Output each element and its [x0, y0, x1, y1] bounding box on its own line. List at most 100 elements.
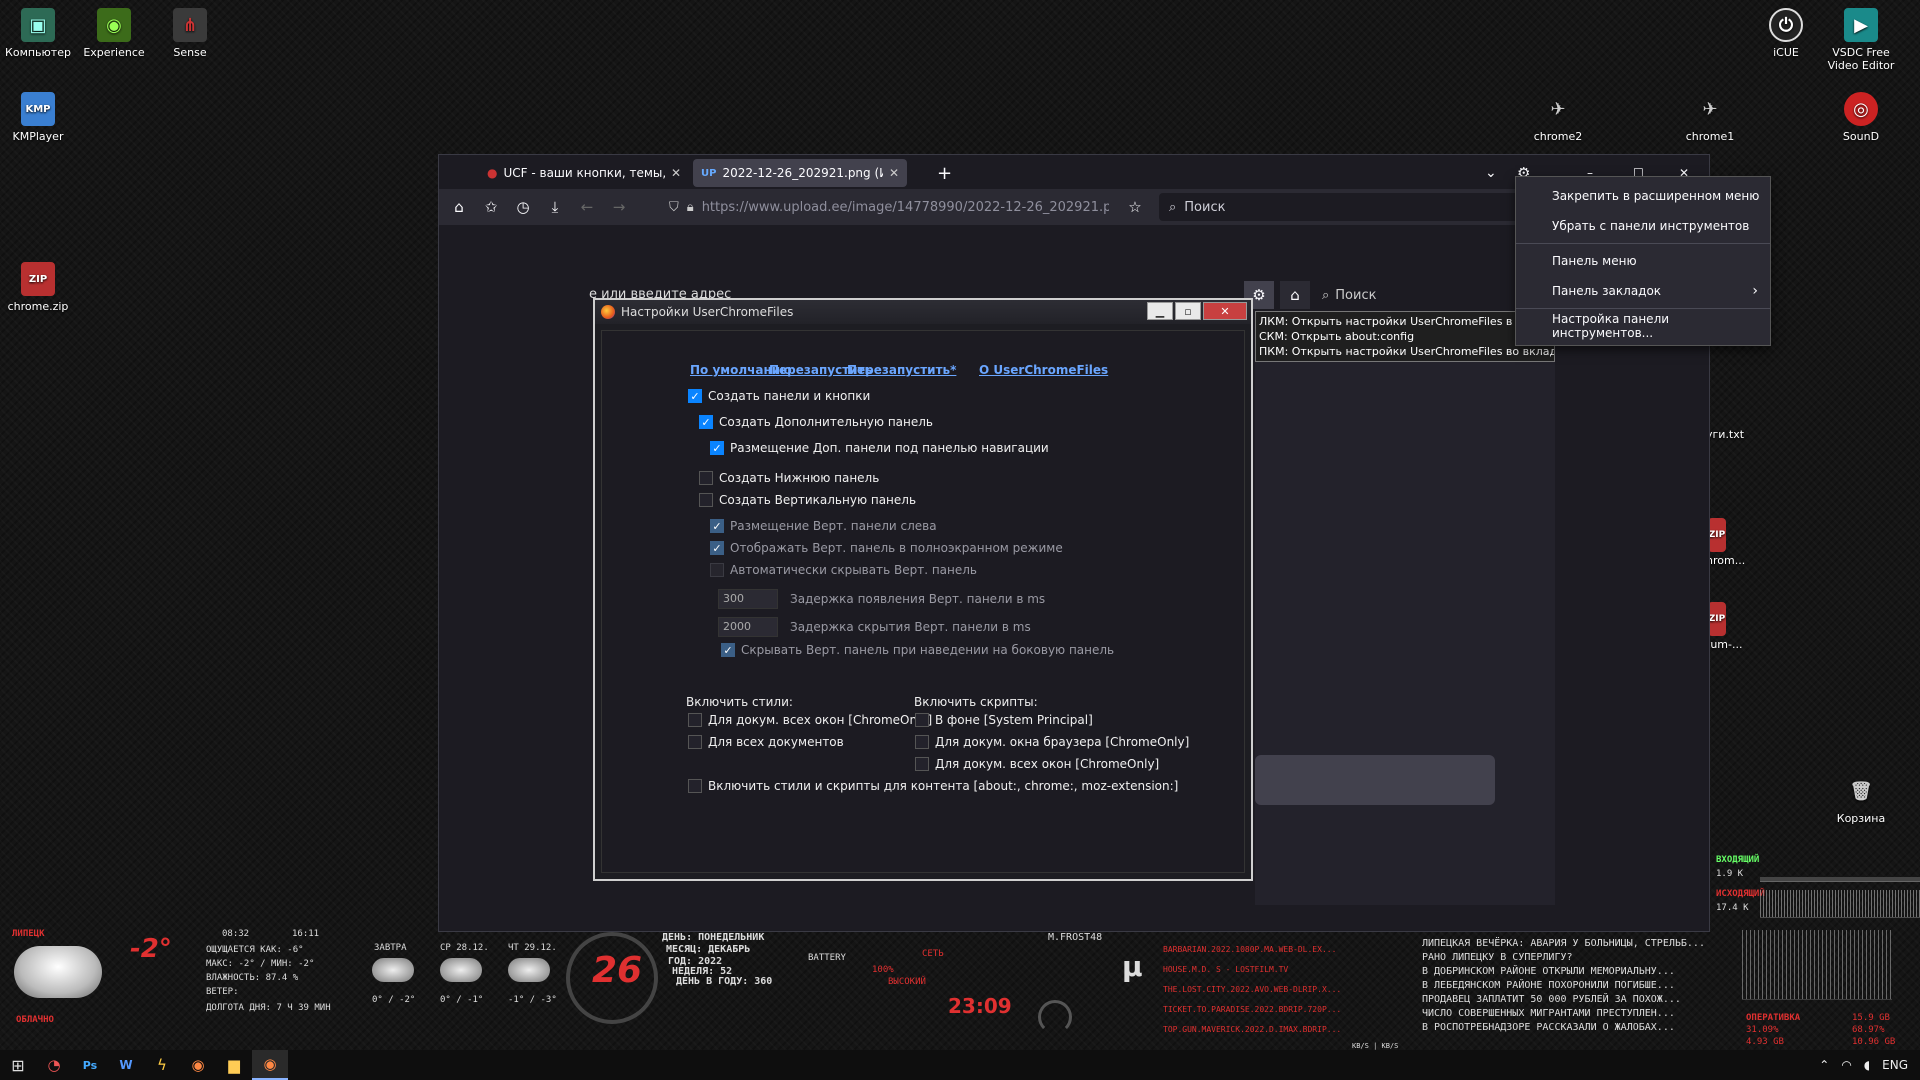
- desktop-icon-label: iCUE: [1773, 46, 1799, 59]
- download-icon[interactable]: ⤓: [539, 193, 571, 221]
- option-label: Создать Нижнюю панель: [719, 471, 880, 485]
- checkbox[interactable]: [915, 713, 929, 727]
- wifi-icon[interactable]: ◠: [1841, 1058, 1851, 1072]
- desktop-icon-chrome1[interactable]: ✈ chrome1: [1672, 92, 1748, 144]
- desktop-icon-partial-custom[interactable]: ZIP tum-...: [1700, 602, 1776, 651]
- desktop-icon-kmplayer[interactable]: KMP KMPlayer: [0, 92, 76, 143]
- history-clock-icon[interactable]: ◷: [507, 193, 539, 221]
- home-icon[interactable]: ⌂: [443, 193, 475, 221]
- desktop-icon-partial-chrome[interactable]: ZIP hrom...: [1700, 518, 1776, 567]
- checkbox[interactable]: [699, 493, 713, 507]
- close-icon[interactable]: ✕: [889, 166, 899, 180]
- maximize-button[interactable]: ▫: [1175, 302, 1201, 320]
- dialog-titlebar[interactable]: Настройки UserChromeFiles ▁ ▫ ✕: [595, 300, 1251, 324]
- desktop-icon-label: Sense: [173, 46, 207, 59]
- torrent-item: BARBARIAN.2022.1080P.MA.WEB-DL.EX...: [1163, 945, 1337, 954]
- script-all-windows[interactable]: Для докум. всех окон [ChromeOnly]: [915, 757, 1159, 771]
- firefox-active-icon[interactable]: ◉: [252, 1050, 288, 1080]
- menu-item-pin-overflow[interactable]: Закрепить в расширенном меню: [1516, 181, 1770, 211]
- checkbox[interactable]: [688, 779, 702, 793]
- option-create-panels[interactable]: ✓ Создать панели и кнопки: [688, 389, 870, 403]
- sunrise-time: 08:32: [222, 929, 250, 939]
- option-label: В фоне [System Principal]: [935, 713, 1093, 727]
- dialog-controls: ▁ ▫ ✕: [1147, 302, 1247, 320]
- desktop-icon-label: hrom...: [1706, 554, 1746, 567]
- checkbox[interactable]: ✓: [699, 415, 713, 429]
- option-extra-panel-below-nav[interactable]: ✓ Размещение Доп. панели под панелью нав…: [710, 441, 1049, 455]
- bookmark-star-button-icon[interactable]: ✩: [475, 193, 507, 221]
- desktop-icon-vsdc[interactable]: ▶ VSDC Free Video Editor: [1823, 8, 1899, 72]
- network-label: СЕТЬ: [922, 949, 944, 959]
- system-tray: ⌃ ◠ ◖ ENG: [1819, 1050, 1908, 1080]
- checkbox[interactable]: ✓: [710, 441, 724, 455]
- back-arrow-icon[interactable]: ←: [571, 193, 603, 221]
- chevron-up-icon[interactable]: ⌃: [1819, 1058, 1829, 1072]
- tab-image[interactable]: UP 2022-12-26_202921.png (Изобр ✕: [693, 159, 907, 187]
- language-indicator[interactable]: ENG: [1882, 1058, 1908, 1072]
- menu-item-bookmarks-bar[interactable]: Панель закладок ›: [1516, 276, 1770, 306]
- forward-arrow-icon[interactable]: →: [603, 193, 635, 221]
- checkbox[interactable]: [915, 757, 929, 771]
- desktop-icon-sense[interactable]: ⋔ Sense: [152, 8, 228, 59]
- styles-header: Включить стили:: [686, 695, 793, 709]
- clock-time: 23:09: [948, 994, 1012, 1018]
- inner-search-box: ⌕ Поиск: [1322, 288, 1376, 303]
- desktop-icon-chrome-zip[interactable]: ZIP chrome.zip: [0, 262, 76, 313]
- desktop-icon-partial-txt[interactable]: уги.txt: [1700, 428, 1776, 441]
- chevron-right-icon: ›: [1752, 283, 1758, 299]
- photoshop-icon[interactable]: Ps: [72, 1050, 108, 1080]
- calendar-line: МЕСЯЦ: ДЕКАБРЬ: [666, 944, 751, 955]
- word-icon[interactable]: W: [108, 1050, 144, 1080]
- checkbox[interactable]: ✓: [688, 389, 702, 403]
- desktop-icon-label: tum-...: [1706, 638, 1743, 651]
- news-item: РАНО ЛИПЕЦКУ В СУПЕРЛИГУ?: [1422, 952, 1573, 963]
- tab-ucf[interactable]: ● UCF - ваши кнопки, темы, до ✕: [479, 159, 689, 187]
- checkbox[interactable]: [915, 735, 929, 749]
- restart-clear-cache-link[interactable]: Перезапустить*: [847, 363, 956, 377]
- menu-item-remove-from-toolbar[interactable]: Убрать с панели инструментов: [1516, 211, 1770, 241]
- forecast-temps: 0° / -2°: [372, 995, 416, 1005]
- firefox-icon[interactable]: ◉: [180, 1050, 216, 1080]
- list-all-tabs-chevron-down-icon[interactable]: ⌄: [1477, 159, 1505, 187]
- menu-item-menu-bar[interactable]: Панель меню: [1516, 246, 1770, 276]
- option-create-bottom-panel[interactable]: Создать Нижнюю панель: [699, 471, 879, 485]
- desktop-icon-label: уги.txt: [1706, 428, 1745, 441]
- swap-percent: 68.97%: [1852, 1025, 1885, 1035]
- tab-title: UCF - ваши кнопки, темы, до: [503, 166, 665, 180]
- checkbox[interactable]: [688, 713, 702, 727]
- style-all-documents[interactable]: Для всех документов: [688, 735, 844, 749]
- lightning-app-icon[interactable]: ϟ: [144, 1050, 180, 1080]
- search-input[interactable]: ⌕ Поиск: [1159, 193, 1519, 221]
- forecast-temps: -1° / -3°: [508, 995, 557, 1005]
- checkbox[interactable]: [688, 735, 702, 749]
- desktop-icon-chrome2[interactable]: ✈ chrome2: [1520, 92, 1596, 144]
- desktop-icon-computer[interactable]: ▣ Компьютер: [0, 8, 76, 59]
- desktop-icon-experience[interactable]: ◉ Experience: [76, 8, 152, 59]
- option-label: Создать Вертикальную панель: [719, 493, 917, 507]
- url-bar[interactable]: ⛉ 🔒︎ https://www.upload.ee/image/1477899…: [669, 193, 1109, 221]
- desktop-icon-icue[interactable]: ⏻ iCUE: [1748, 8, 1824, 59]
- file-explorer-icon[interactable]: ▆: [216, 1050, 252, 1080]
- close-icon[interactable]: ✕: [671, 166, 681, 180]
- script-browser-window[interactable]: Для докум. окна браузера [ChromeOnly]: [915, 735, 1189, 749]
- bookmark-star-icon[interactable]: ☆: [1119, 193, 1151, 221]
- new-tab-button[interactable]: +: [929, 159, 960, 187]
- volume-icon[interactable]: ◖: [1864, 1058, 1870, 1072]
- minimize-button[interactable]: ▁: [1147, 302, 1173, 320]
- desktop-icon-recycle-bin[interactable]: 🗑 Корзина: [1823, 774, 1899, 826]
- search-placeholder: Поиск: [1184, 199, 1226, 215]
- chrome-task-icon[interactable]: ◔: [36, 1050, 72, 1080]
- close-button[interactable]: ✕: [1203, 302, 1247, 320]
- menu-item-customize-toolbar[interactable]: Настройка панели инструментов...: [1516, 311, 1770, 341]
- search-icon: ⌕: [1169, 199, 1177, 215]
- option-content-styles-scripts[interactable]: Включить стили и скрипты для контента [a…: [688, 779, 1178, 793]
- option-create-vertical-panel[interactable]: Создать Вертикальную панель: [699, 493, 916, 507]
- script-background[interactable]: В фоне [System Principal]: [915, 713, 1093, 727]
- about-link[interactable]: О UserChromeFiles: [979, 363, 1108, 377]
- windows-start-icon[interactable]: ⊞: [0, 1050, 36, 1080]
- checkbox[interactable]: [699, 471, 713, 485]
- style-chrome-only[interactable]: Для докум. всех окон [ChromeOnly]: [688, 713, 932, 727]
- tab-title: 2022-12-26_202921.png (Изобр: [722, 166, 882, 180]
- desktop-icon-sound[interactable]: ◎ SounD: [1823, 92, 1899, 143]
- option-create-extra-panel[interactable]: ✓ Создать Дополнительную панель: [699, 415, 933, 429]
